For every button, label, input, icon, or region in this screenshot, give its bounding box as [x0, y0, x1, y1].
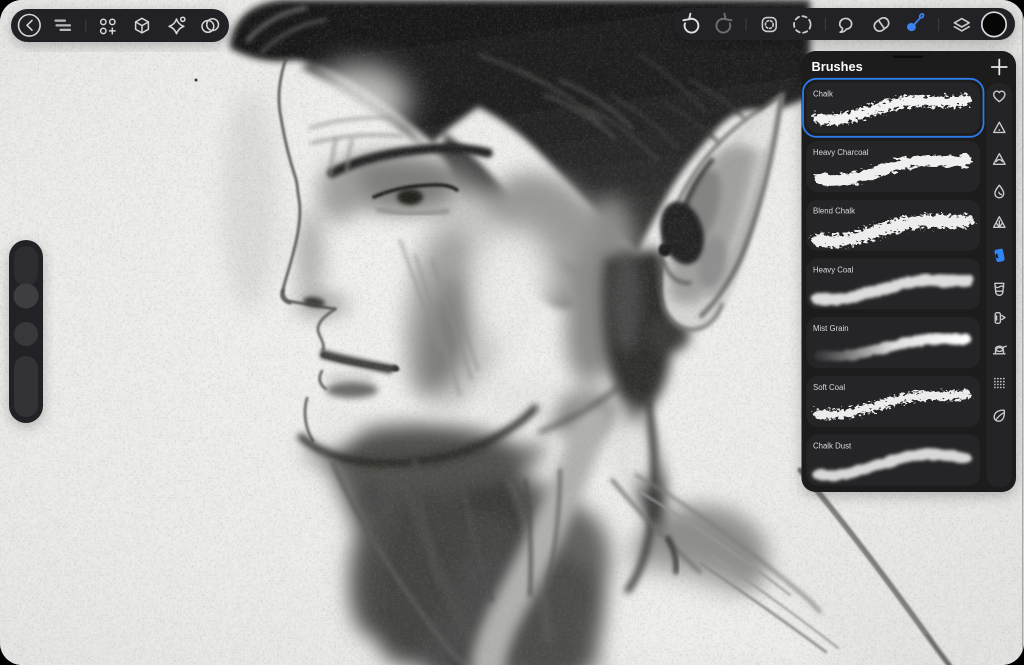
- svg-text:Chalk Dust: Chalk Dust: [813, 442, 852, 451]
- svg-text:Blend Chalk: Blend Chalk: [813, 207, 855, 216]
- svg-text:Brushes: Brushes: [812, 59, 863, 74]
- svg-text:Mist Grain: Mist Grain: [813, 324, 849, 333]
- svg-text:Heavy Charcoal: Heavy Charcoal: [813, 148, 869, 157]
- svg-text:Chalk: Chalk: [813, 89, 833, 98]
- svg-text:Soft Coal: Soft Coal: [813, 383, 845, 392]
- svg-text:Heavy Coal: Heavy Coal: [813, 265, 854, 274]
